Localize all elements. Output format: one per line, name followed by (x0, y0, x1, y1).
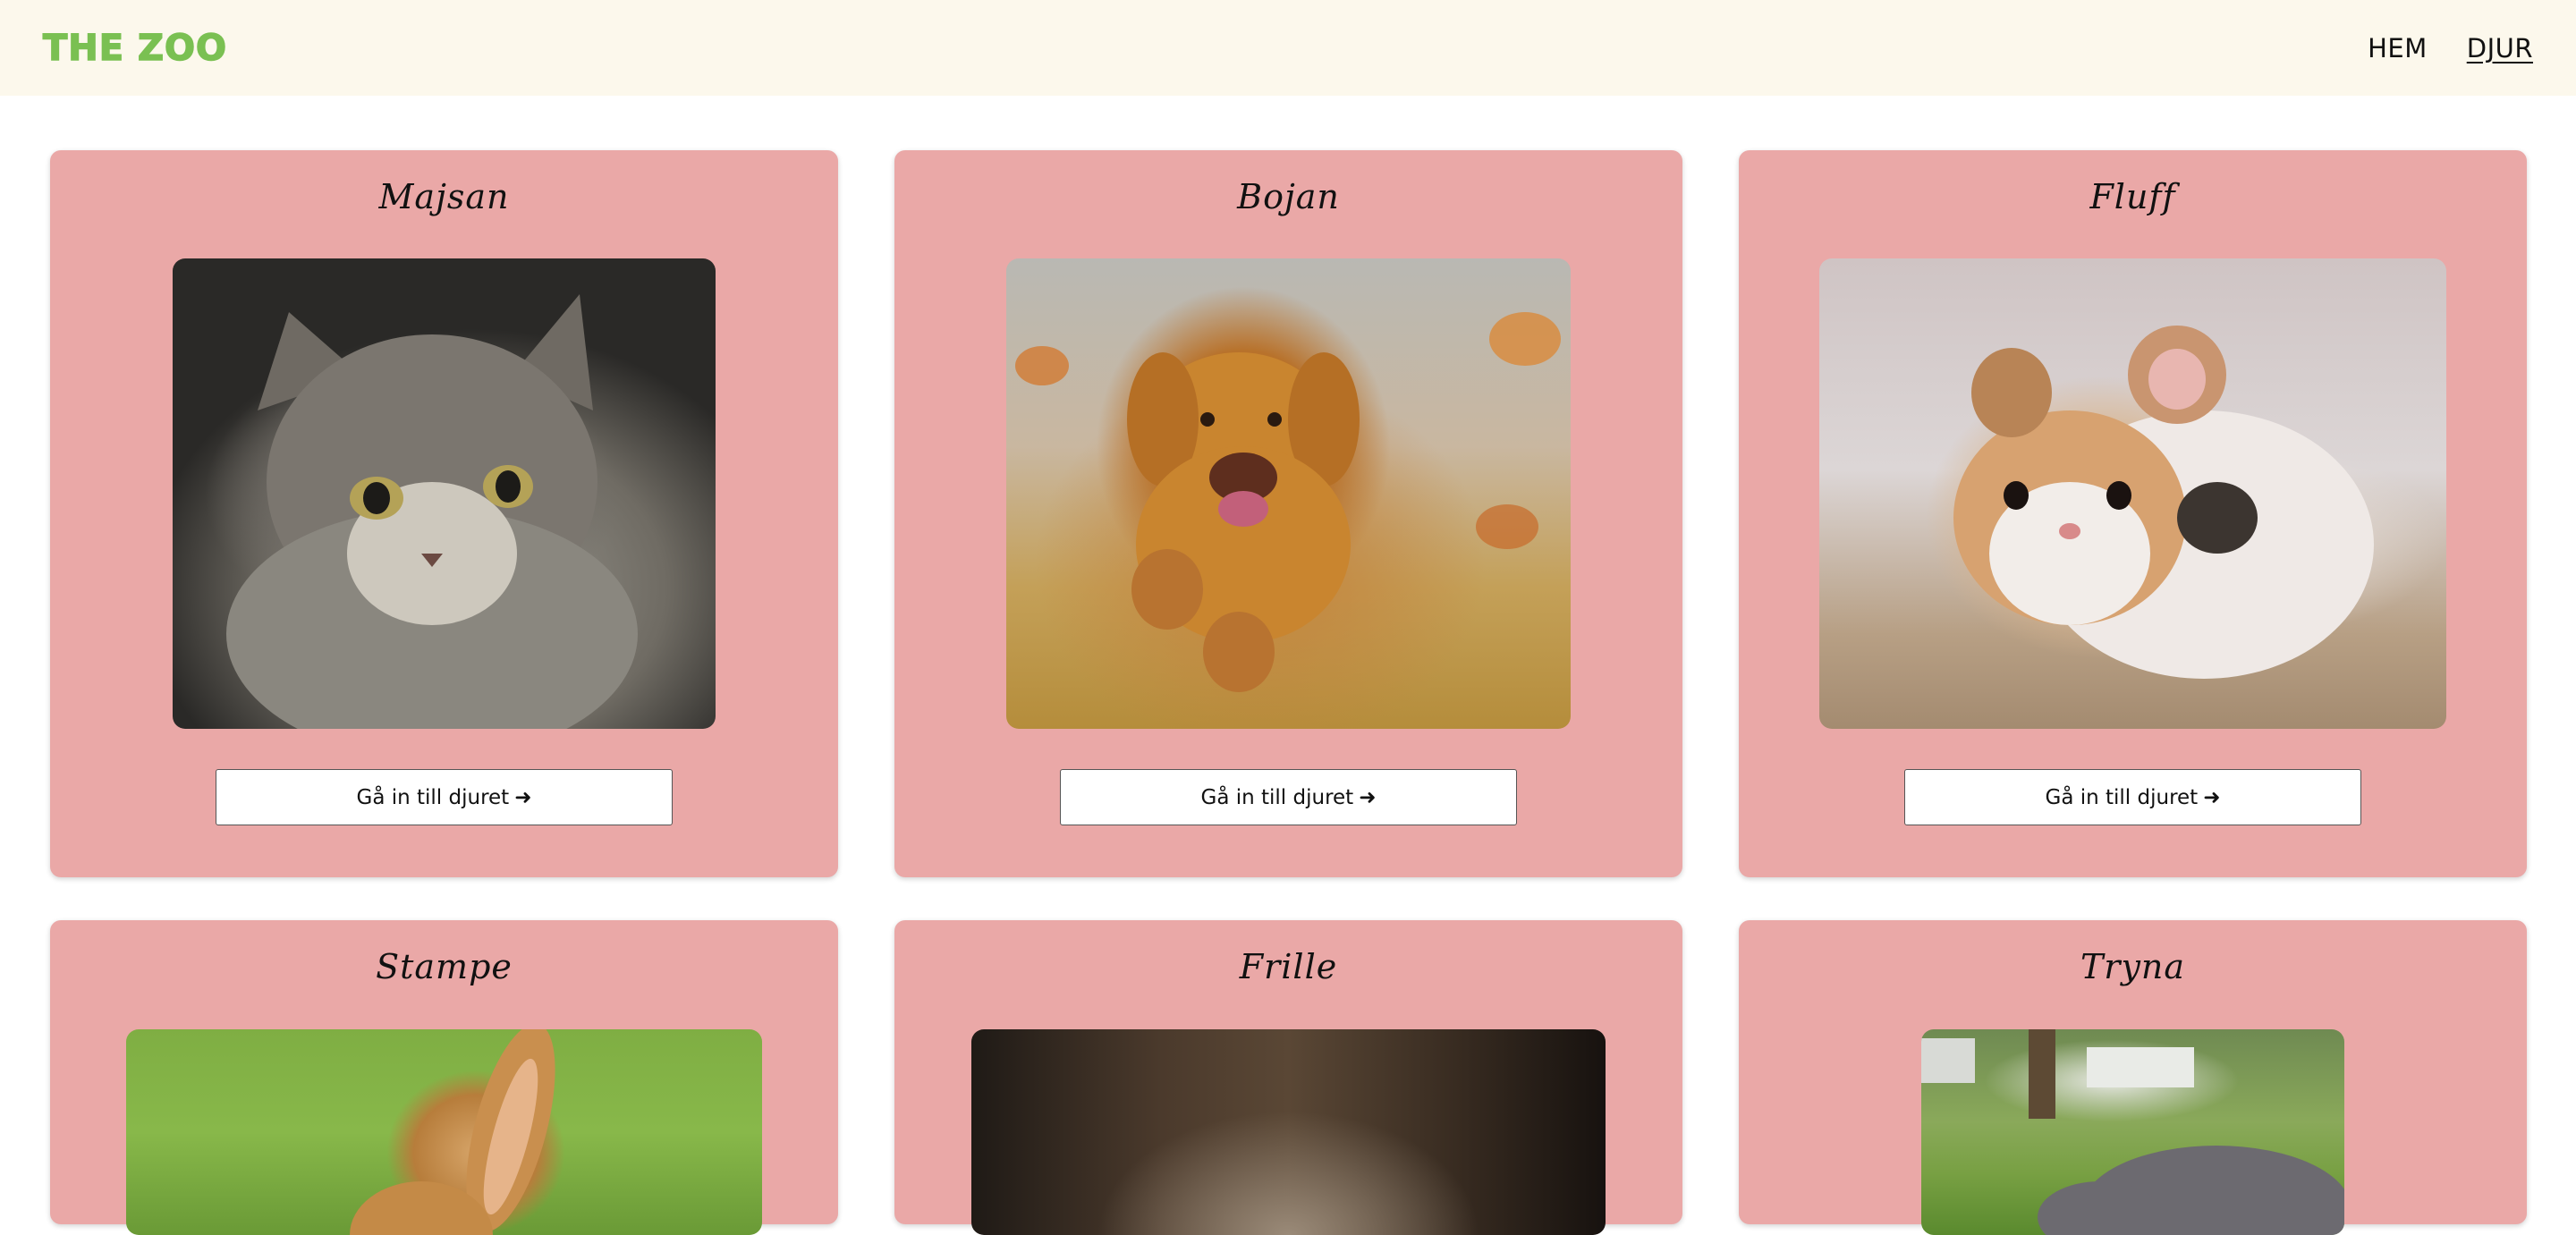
rabbit-illustration (350, 1029, 555, 1235)
animal-card: Bojan Gå in till djuret ➜ (894, 150, 1682, 877)
arrow-right-icon: ➜ (514, 785, 532, 809)
arrow-right-icon: ➜ (2203, 785, 2221, 809)
site-header: THE ZOO HEM DJUR (0, 0, 2576, 96)
cat-illustration (226, 294, 638, 729)
animal-name: Stampe (376, 947, 513, 986)
animal-name: Frille (1239, 947, 1338, 986)
cat-photo (173, 258, 716, 729)
animal-card: Tryna (1739, 920, 2527, 1235)
main-nav: HEM DJUR (2368, 33, 2533, 63)
animal-name: Majsan (378, 177, 510, 216)
pig-photo (1921, 1029, 2344, 1235)
go-to-animal-button[interactable]: Gå in till djuret ➜ (216, 769, 673, 825)
hamster-photo (1819, 258, 2446, 729)
animal-card: Fluff Gå in till djuret ➜ (1739, 150, 2527, 877)
pig-illustration (1921, 1029, 2344, 1235)
animal-card: Stampe (50, 920, 838, 1235)
go-to-animal-button[interactable]: Gå in till djuret ➜ (1060, 769, 1517, 825)
hamster-illustration (1953, 326, 2374, 679)
animal-card: Majsan Gå in till djuret ➜ (50, 150, 838, 877)
dog-illustration (1015, 312, 1561, 692)
animal-name: Fluff (2089, 177, 2176, 216)
arrow-right-icon: ➜ (1359, 785, 1377, 809)
nav-link-hem[interactable]: HEM (2368, 33, 2428, 63)
animal-name: Tryna (2080, 947, 2186, 986)
logo[interactable]: THE ZOO (42, 27, 227, 70)
animal-name: Bojan (1237, 177, 1340, 216)
dog-photo (1006, 258, 1571, 729)
go-to-animal-button[interactable]: Gå in till djuret ➜ (1904, 769, 2361, 825)
rabbit-photo (126, 1029, 762, 1235)
animal-card: Frille (894, 920, 1682, 1235)
frille-photo (971, 1029, 1606, 1235)
nav-link-djur[interactable]: DJUR (2467, 33, 2533, 63)
